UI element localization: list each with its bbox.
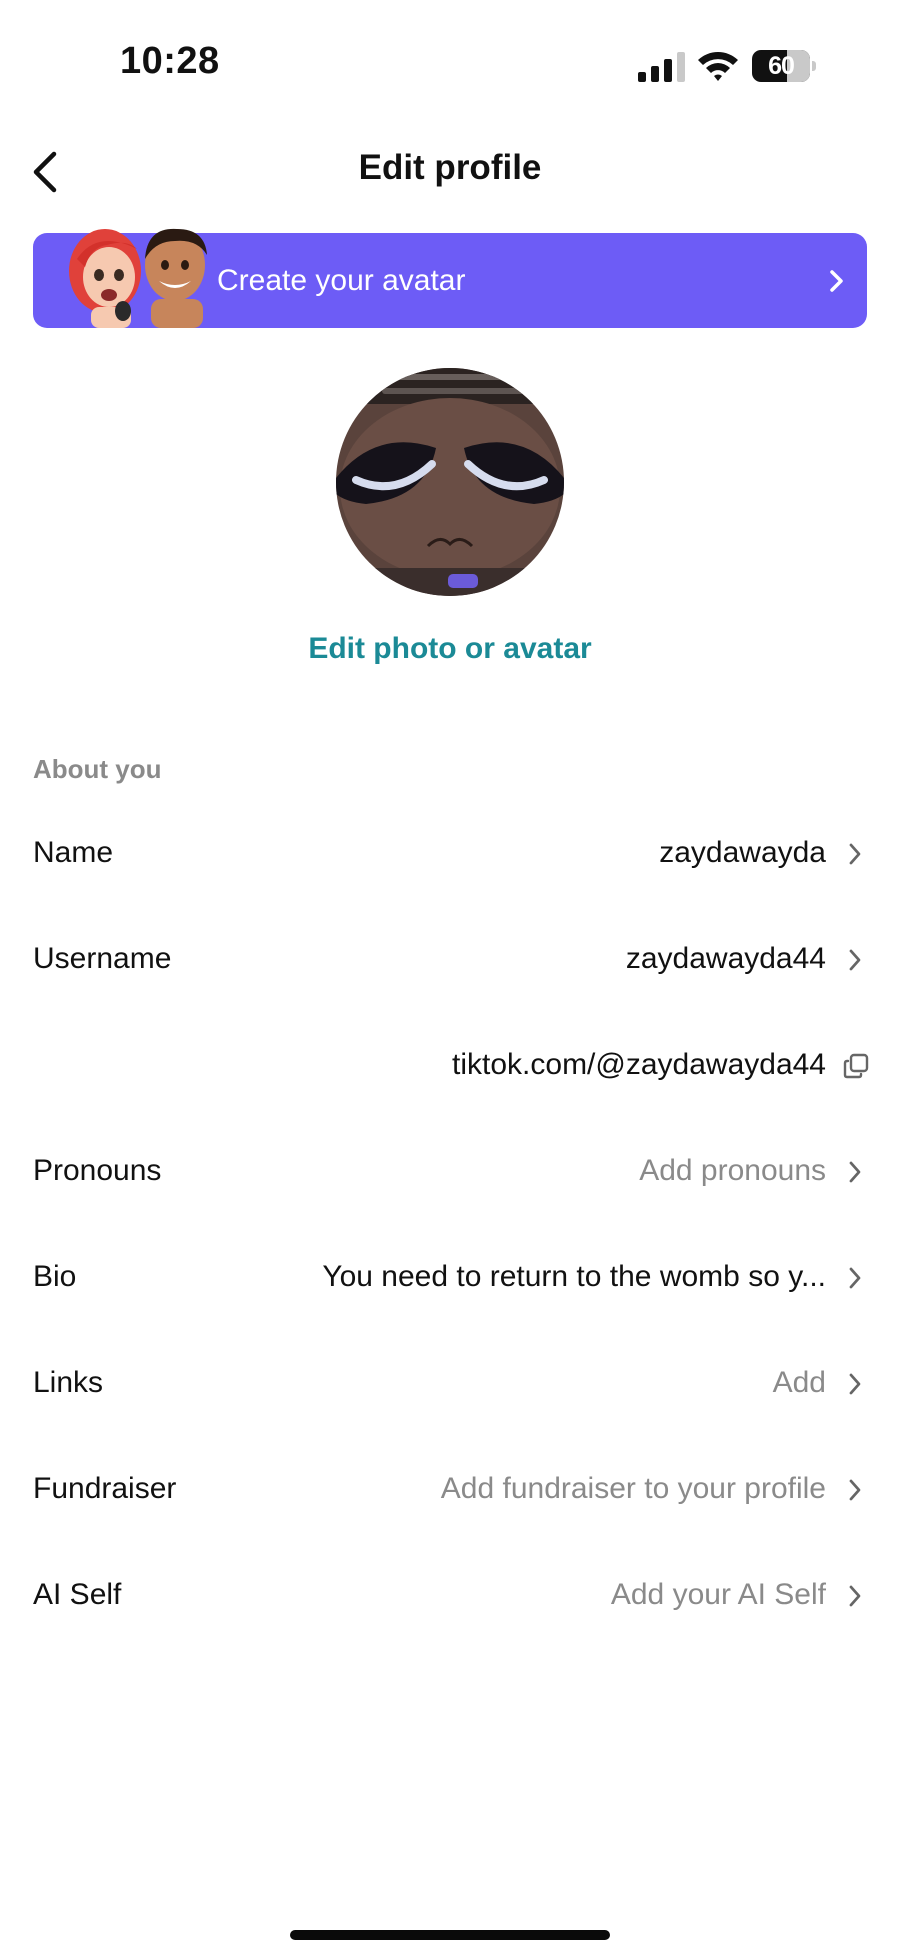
name-label: Name (33, 836, 114, 869)
links-label: Links (33, 1366, 104, 1399)
battery-body: 60 (752, 50, 810, 82)
battery-level: 60 (768, 52, 795, 80)
avatar-characters-illustration (69, 228, 207, 328)
pronouns-value: Add pronouns (639, 1154, 826, 1187)
ai-self-value: Add your AI Self (610, 1578, 826, 1611)
create-avatar-label: Create your avatar (217, 264, 466, 297)
home-indicator[interactable] (290, 1930, 610, 1940)
chevron-right-icon (849, 1373, 861, 1395)
fundraiser-row[interactable]: Fundraiser Add fundraiser to your profil… (0, 1436, 900, 1542)
fundraiser-value: Add fundraiser to your profile (440, 1472, 826, 1505)
cellular-signal-icon (638, 52, 685, 82)
profile-photo[interactable] (336, 368, 564, 596)
links-value: Add (772, 1366, 826, 1399)
pronouns-label: Pronouns (33, 1154, 162, 1187)
edit-photo-or-avatar-link[interactable]: Edit photo or avatar (0, 632, 900, 666)
about-you-section-title: About you (33, 754, 162, 784)
bio-row[interactable]: Bio You need to return to the womb so y.… (0, 1224, 900, 1330)
chevron-right-icon (849, 949, 861, 971)
chevron-right-icon (849, 1585, 861, 1607)
ai-self-row[interactable]: AI Self Add your AI Self (0, 1542, 900, 1648)
bio-label: Bio (33, 1260, 77, 1293)
chevron-right-icon (849, 1161, 861, 1183)
page-title: Edit profile (358, 148, 542, 187)
create-avatar-banner[interactable]: Create your avatar (33, 228, 867, 328)
wifi-icon (698, 52, 738, 81)
chevron-right-icon (849, 843, 861, 865)
profile-link-row: tiktok.com/@zaydawayda44 (0, 1012, 900, 1118)
copy-icon[interactable] (842, 1052, 870, 1080)
links-row[interactable]: Links Add (0, 1330, 900, 1436)
name-row[interactable]: Name zaydawayda (0, 800, 900, 906)
status-bar: 10:28 60 (0, 0, 900, 130)
ai-self-label: AI Self (33, 1578, 122, 1611)
battery-cap (812, 61, 816, 71)
username-label: Username (33, 942, 172, 975)
username-row[interactable]: Username zaydawayda44 (0, 906, 900, 1012)
pronouns-row[interactable]: Pronouns Add pronouns (0, 1118, 900, 1224)
fundraiser-label: Fundraiser (33, 1472, 177, 1505)
name-value: zaydawayda (659, 836, 826, 869)
battery-icon: 60 (752, 50, 818, 82)
profile-link-value: tiktok.com/@zaydawayda44 (452, 1048, 826, 1081)
nav-header: Edit profile (0, 130, 900, 214)
profile-photo-image (336, 368, 564, 596)
chevron-right-icon (830, 270, 843, 292)
username-value: zaydawayda44 (625, 942, 826, 975)
chevron-right-icon (849, 1479, 861, 1501)
status-time: 10:28 (120, 40, 220, 82)
chevron-right-icon (849, 1267, 861, 1289)
bio-value: You need to return to the womb so y... (322, 1260, 826, 1293)
